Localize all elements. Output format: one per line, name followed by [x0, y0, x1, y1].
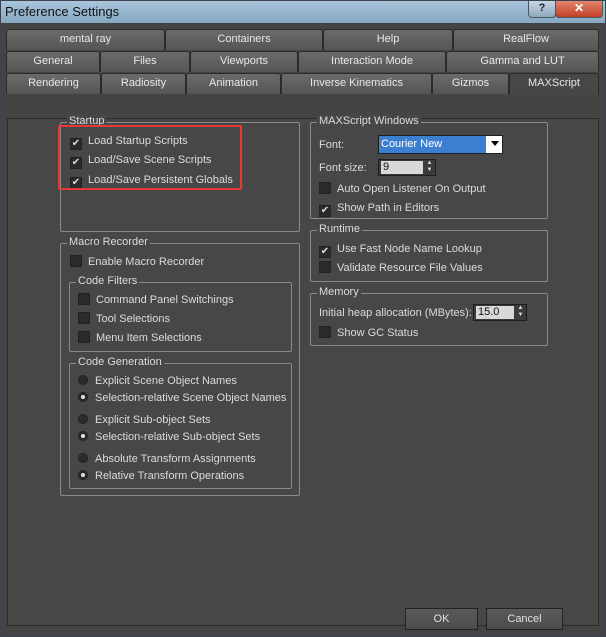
window-title: Preference Settings	[5, 4, 120, 19]
explicit-scene-object-names-radio[interactable]: Explicit Scene Object Names	[78, 373, 237, 389]
cancel-button[interactable]: Cancel	[486, 608, 563, 630]
tab-gizmos[interactable]: Gizmos	[432, 73, 509, 94]
font-value: Courier New	[379, 136, 486, 153]
maxscript-windows-group: MAXScript Windows Font: Courier New Font…	[310, 115, 548, 219]
spinner-arrows-icon[interactable]: ▲ ▼	[425, 160, 434, 175]
font-size-label: Font size:	[319, 162, 367, 174]
code-filters-title: Code Filters	[76, 275, 140, 287]
relative-transform-operations-radio[interactable]: Relative Transform Operations	[78, 468, 244, 484]
checkbox-unchecked-icon	[319, 261, 331, 273]
show-path-in-editors-checkbox[interactable]: ✔ Show Path in Editors	[319, 200, 439, 217]
tab-radiosity[interactable]: Radiosity	[101, 73, 186, 94]
selection-relative-sub-object-sets-radio[interactable]: Selection-relative Sub-object Sets	[78, 429, 260, 445]
checkbox-unchecked-icon	[319, 326, 331, 338]
tab-realflow[interactable]: RealFlow	[453, 29, 599, 50]
close-button[interactable]: ✕	[555, 1, 603, 18]
absolute-transform-assignments-radio[interactable]: Absolute Transform Assignments	[78, 451, 256, 467]
validate-resource-file-values-checkbox[interactable]: Validate Resource File Values	[319, 260, 483, 276]
tab-files[interactable]: Files	[100, 51, 190, 72]
ok-button[interactable]: OK	[405, 608, 478, 630]
tab-containers[interactable]: Containers	[165, 29, 323, 50]
heap-allocation-label: Initial heap allocation (MBytes):	[319, 307, 472, 319]
checkbox-unchecked-icon	[78, 312, 90, 324]
memory-group: Memory Initial heap allocation (MBytes):…	[310, 286, 548, 346]
enable-macro-recorder-checkbox[interactable]: Enable Macro Recorder	[70, 254, 204, 270]
heap-allocation-value: 15.0	[476, 306, 514, 319]
font-label: Font:	[319, 139, 345, 151]
code-filters-group: Code Filters Command Panel Switchings To…	[69, 275, 292, 352]
tab-animation[interactable]: Animation	[186, 73, 281, 94]
checkbox-unchecked-icon	[70, 255, 82, 267]
tab-interaction-mode[interactable]: Interaction Mode	[298, 51, 446, 72]
title-bar: Preference Settings ? ✕	[1, 1, 605, 23]
font-size-value: 9	[381, 161, 423, 174]
macro-recorder-group: Macro Recorder Enable Macro Recorder Cod…	[60, 236, 300, 496]
radio-off-icon	[78, 453, 88, 463]
tab-inverse-kinematics[interactable]: Inverse Kinematics	[281, 73, 432, 94]
checkbox-unchecked-icon	[78, 293, 90, 305]
font-size-spinner[interactable]: 9 ▲ ▼	[378, 159, 436, 176]
tab-viewports[interactable]: Viewports	[190, 51, 298, 72]
checkbox-unchecked-icon	[319, 182, 331, 194]
selection-relative-scene-object-names-radio[interactable]: Selection-relative Scene Object Names	[78, 390, 286, 406]
radio-on-icon	[78, 392, 88, 402]
code-generation-title: Code Generation	[76, 356, 164, 368]
runtime-group: Runtime ✔ Use Fast Node Name Lookup Valid…	[310, 223, 548, 282]
maxscript-windows-title: MAXScript Windows	[317, 115, 421, 127]
menu-item-selections-checkbox[interactable]: Menu Item Selections	[78, 330, 202, 346]
macro-recorder-title: Macro Recorder	[67, 236, 150, 248]
command-panel-switchings-checkbox[interactable]: Command Panel Switchings	[78, 292, 234, 308]
radio-on-icon	[78, 431, 88, 441]
tab-help[interactable]: Help	[323, 29, 453, 50]
spinner-arrows-icon[interactable]: ▲ ▼	[516, 305, 525, 320]
checkbox-checked-icon: ✔	[319, 205, 331, 217]
tab-general[interactable]: General	[6, 51, 100, 72]
tab-rendering[interactable]: Rendering	[6, 73, 101, 94]
memory-title: Memory	[317, 286, 361, 298]
auto-open-listener-checkbox[interactable]: Auto Open Listener On Output	[319, 181, 486, 197]
fast-node-name-lookup-checkbox[interactable]: ✔ Use Fast Node Name Lookup	[319, 241, 482, 258]
radio-off-icon	[78, 375, 88, 385]
code-generation-group: Code Generation Explicit Scene Object Na…	[69, 356, 292, 489]
tab-mental-ray[interactable]: mental ray	[6, 29, 165, 50]
preference-settings-window: Preference Settings ? ✕ mental ray Conta…	[0, 0, 606, 637]
help-button[interactable]: ?	[528, 1, 556, 18]
tool-selections-checkbox[interactable]: Tool Selections	[78, 311, 170, 327]
explicit-sub-object-sets-radio[interactable]: Explicit Sub-object Sets	[78, 412, 211, 428]
show-gc-status-checkbox[interactable]: Show GC Status	[319, 325, 418, 341]
heap-allocation-spinner[interactable]: 15.0 ▲ ▼	[473, 304, 527, 321]
chevron-down-icon	[491, 141, 499, 146]
red-highlight-box	[58, 125, 242, 190]
checkbox-checked-icon: ✔	[319, 246, 331, 258]
radio-off-icon	[78, 414, 88, 424]
checkbox-unchecked-icon	[78, 331, 90, 343]
runtime-title: Runtime	[317, 223, 362, 235]
tab-gamma-and-lut[interactable]: Gamma and LUT	[446, 51, 599, 72]
radio-on-icon	[78, 470, 88, 480]
font-select[interactable]: Courier New	[378, 135, 503, 154]
tab-maxscript[interactable]: MAXScript	[509, 73, 599, 95]
